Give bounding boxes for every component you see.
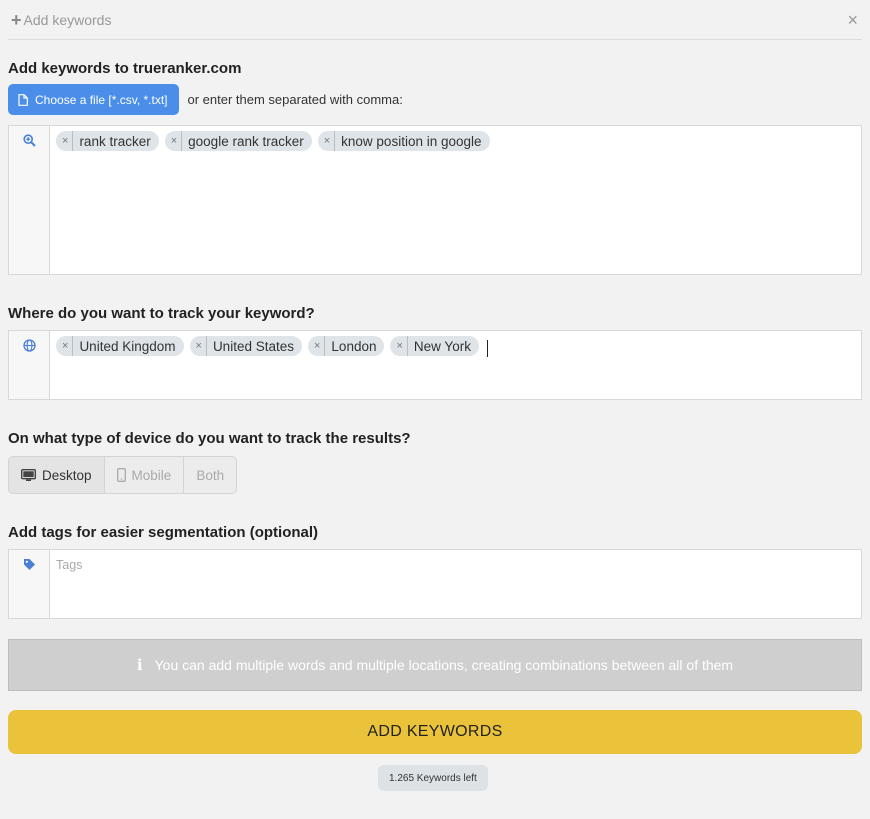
keyword-tag-label: rank tracker xyxy=(79,133,151,149)
keyword-tag: × know position in google xyxy=(317,131,490,151)
keyword-tag: × google rank tracker xyxy=(164,131,312,151)
location-tag-label: London xyxy=(331,338,377,354)
remove-tag-icon[interactable]: × xyxy=(56,131,74,151)
tags-section-title: Add tags for easier segmentation (option… xyxy=(8,524,319,541)
remove-tag-icon[interactable]: × xyxy=(390,336,408,356)
choose-file-button[interactable]: Choose a file [*.csv, *.txt] xyxy=(8,84,179,115)
text-caret xyxy=(486,339,488,357)
remove-tag-icon[interactable]: × xyxy=(318,131,336,151)
keyword-tag-label: google rank tracker xyxy=(188,133,304,149)
location-icon-column xyxy=(9,331,50,399)
location-section-title: Where do you want to track your keyword? xyxy=(8,305,315,322)
remove-tag-icon[interactable]: × xyxy=(56,336,74,356)
location-tag: × United Kingdom xyxy=(56,336,184,356)
location-tag: × United States xyxy=(189,336,302,356)
location-tag-label: New York xyxy=(413,338,471,354)
close-icon[interactable]: × xyxy=(847,11,858,29)
location-tag-label: United States xyxy=(212,338,294,354)
file-hint: or enter them separated with comma: xyxy=(187,92,403,107)
tags-field[interactable]: Tags xyxy=(50,550,861,618)
file-icon xyxy=(18,93,28,106)
device-option-label: Both xyxy=(196,467,225,483)
info-bar: i You can add multiple words and multipl… xyxy=(8,639,862,691)
file-row: Choose a file [*.csv, *.txt] or enter th… xyxy=(8,84,403,115)
plus-icon: + xyxy=(11,9,22,30)
device-option-label: Mobile xyxy=(131,467,172,483)
info-icon: i xyxy=(136,656,143,674)
tags-placeholder: Tags xyxy=(56,558,83,572)
device-option-mobile[interactable]: Mobile xyxy=(105,457,185,493)
keywords-tag-list[interactable]: × rank tracker × google rank tracker × k… xyxy=(50,126,861,274)
device-toggle-group: Desktop Mobile Both xyxy=(8,456,238,494)
desktop-icon xyxy=(21,468,36,482)
tags-icon-column xyxy=(9,550,50,618)
keyword-tag-label: know position in google xyxy=(341,133,482,149)
location-input-box[interactable]: × United Kingdom × United States × Londo… xyxy=(8,330,862,400)
location-tag: × London xyxy=(307,336,385,356)
tag-icon xyxy=(23,559,35,570)
tags-input-box[interactable]: Tags xyxy=(8,549,862,619)
device-option-label: Desktop xyxy=(42,467,92,483)
location-tag-list[interactable]: × United Kingdom × United States × Londo… xyxy=(50,331,861,399)
add-keywords-button[interactable]: ADD KEYWORDS xyxy=(8,710,862,754)
remove-tag-icon[interactable]: × xyxy=(308,336,326,356)
device-option-desktop[interactable]: Desktop xyxy=(9,457,105,493)
keywords-input-box[interactable]: × rank tracker × google rank tracker × k… xyxy=(8,125,862,275)
globe-icon xyxy=(22,339,36,352)
mobile-icon xyxy=(116,468,126,482)
remove-tag-icon[interactable]: × xyxy=(190,336,207,356)
keywords-icon-column xyxy=(9,126,50,274)
keywords-section-title: Add keywords to trueranker.com xyxy=(8,60,242,77)
info-text: You can add multiple words and multiple … xyxy=(154,657,734,673)
search-plus-icon xyxy=(22,134,36,147)
remove-tag-icon[interactable]: × xyxy=(165,131,183,151)
location-tag: × New York xyxy=(390,336,479,356)
choose-file-label: Choose a file [*.csv, *.txt] xyxy=(35,92,168,107)
modal-header: + Add keywords × xyxy=(8,0,862,40)
keyword-tag: × rank tracker xyxy=(56,131,159,151)
device-section-title: On what type of device do you want to tr… xyxy=(8,430,411,447)
location-tag-label: United Kingdom xyxy=(79,338,176,354)
header-title: Add keywords xyxy=(23,11,112,28)
header-title-group: + Add keywords xyxy=(11,11,111,29)
keywords-left-badge: 1.265 Keywords left xyxy=(378,765,488,791)
device-option-both[interactable]: Both xyxy=(184,457,236,493)
